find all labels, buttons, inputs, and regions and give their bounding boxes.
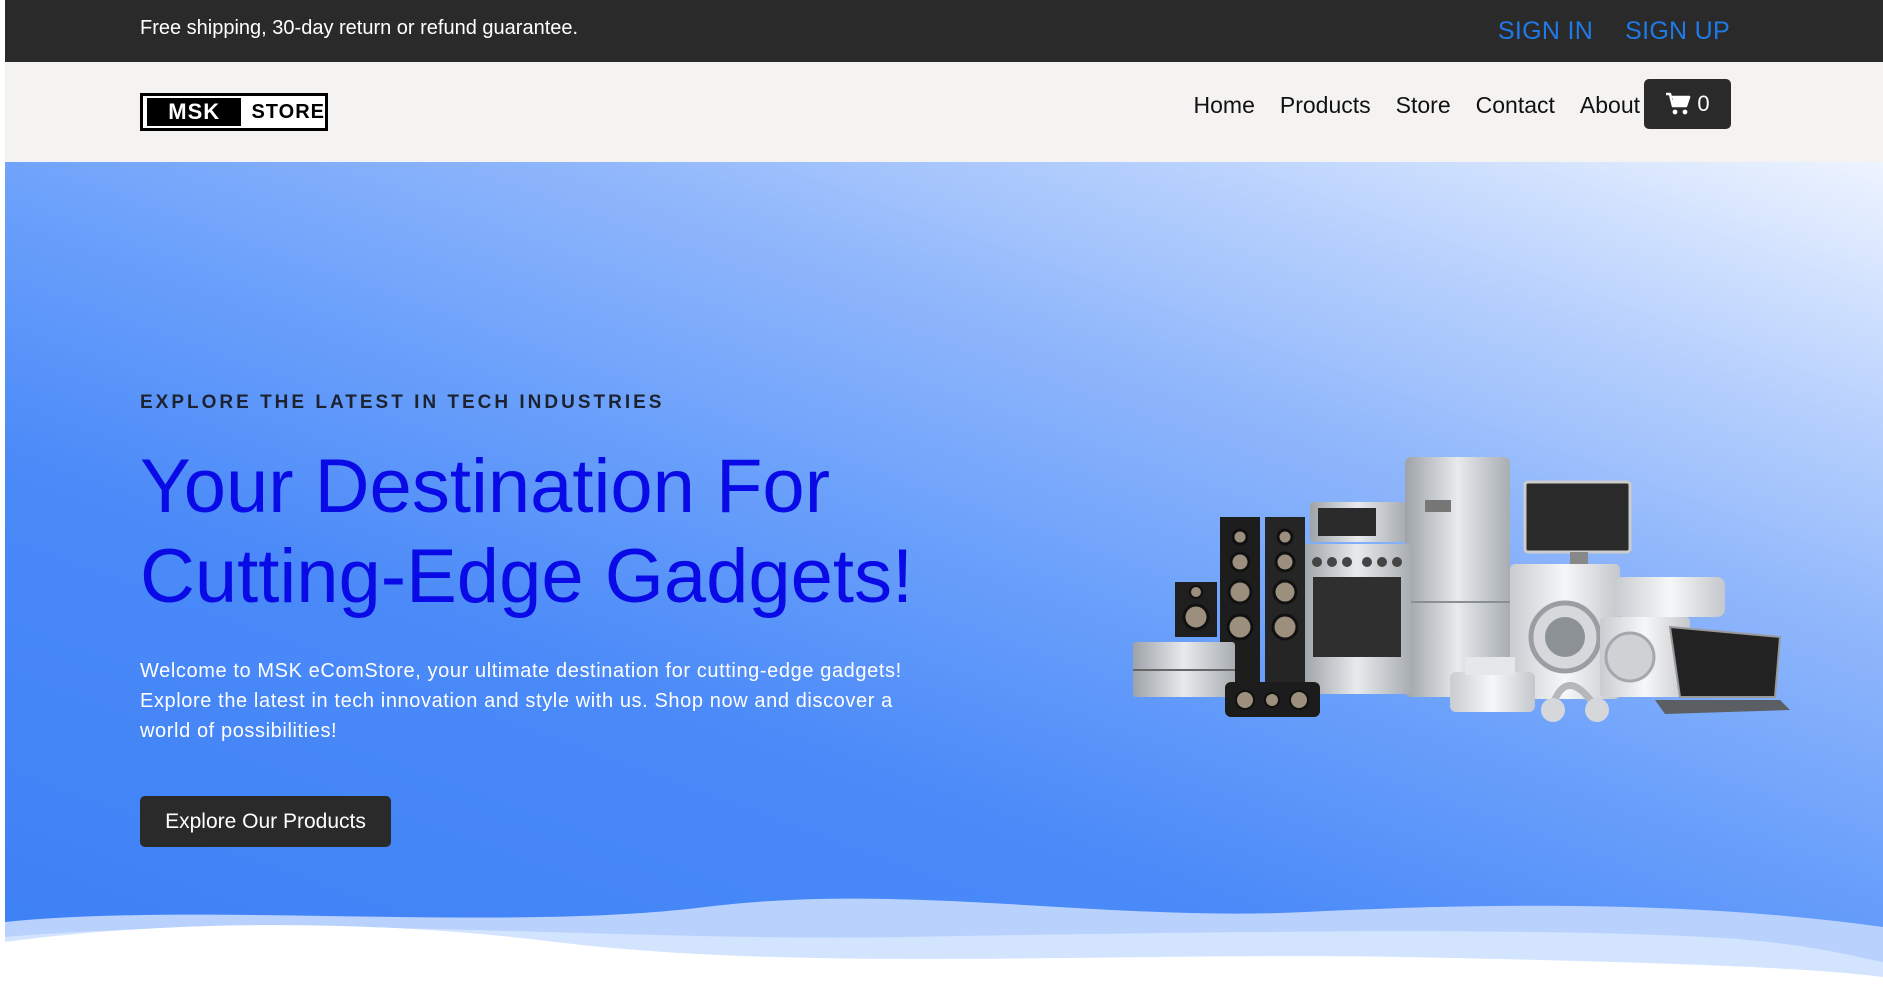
sign-in-link[interactable]: SIGN IN — [1498, 17, 1593, 46]
store-logo[interactable]: MSK STORE — [140, 93, 328, 131]
top-announcement-bar: Free shipping, 30-day return or refund g… — [5, 0, 1883, 62]
sign-up-link[interactable]: SIGN UP — [1625, 17, 1730, 46]
cart-button[interactable]: 0 — [1644, 79, 1731, 129]
hero-wave-divider — [5, 898, 1883, 986]
nav-products[interactable]: Products — [1280, 92, 1371, 119]
hero-eyebrow: EXPLORE THE LATEST IN TECH INDUSTRIES — [140, 392, 665, 413]
hero-headline-line2: Cutting-Edge Gadgets! — [140, 534, 914, 619]
nav-home[interactable]: Home — [1194, 92, 1255, 119]
cart-count: 0 — [1697, 91, 1710, 116]
explore-products-button[interactable]: Explore Our Products — [140, 796, 391, 847]
cart-icon — [1666, 92, 1691, 115]
hero-section: EXPLORE THE LATEST IN TECH INDUSTRIES Yo… — [5, 162, 1883, 986]
logo-msk-text: MSK — [147, 98, 242, 126]
nav-contact[interactable]: Contact — [1476, 92, 1555, 119]
nav-about[interactable]: About — [1580, 92, 1640, 119]
main-navbar: MSK STORE Home Products Store Contact Ab… — [5, 62, 1883, 162]
hero-headline: Your Destination For Cutting-Edge Gadget… — [140, 442, 1040, 622]
page: Free shipping, 30-day return or refund g… — [5, 0, 1883, 986]
appliances-image — [1133, 457, 1790, 722]
hero-description: Welcome to MSK eComStore, your ultimate … — [140, 660, 902, 742]
nav-store[interactable]: Store — [1396, 92, 1451, 119]
nav-menu: Home Products Store Contact About — [1194, 92, 1640, 119]
auth-links: SIGN IN SIGN UP — [1498, 17, 1730, 46]
logo-store-text: STORE — [251, 100, 325, 123]
hero-headline-line1: Your Destination For — [140, 444, 831, 529]
shipping-notice: Free shipping, 30-day return or refund g… — [140, 17, 579, 39]
